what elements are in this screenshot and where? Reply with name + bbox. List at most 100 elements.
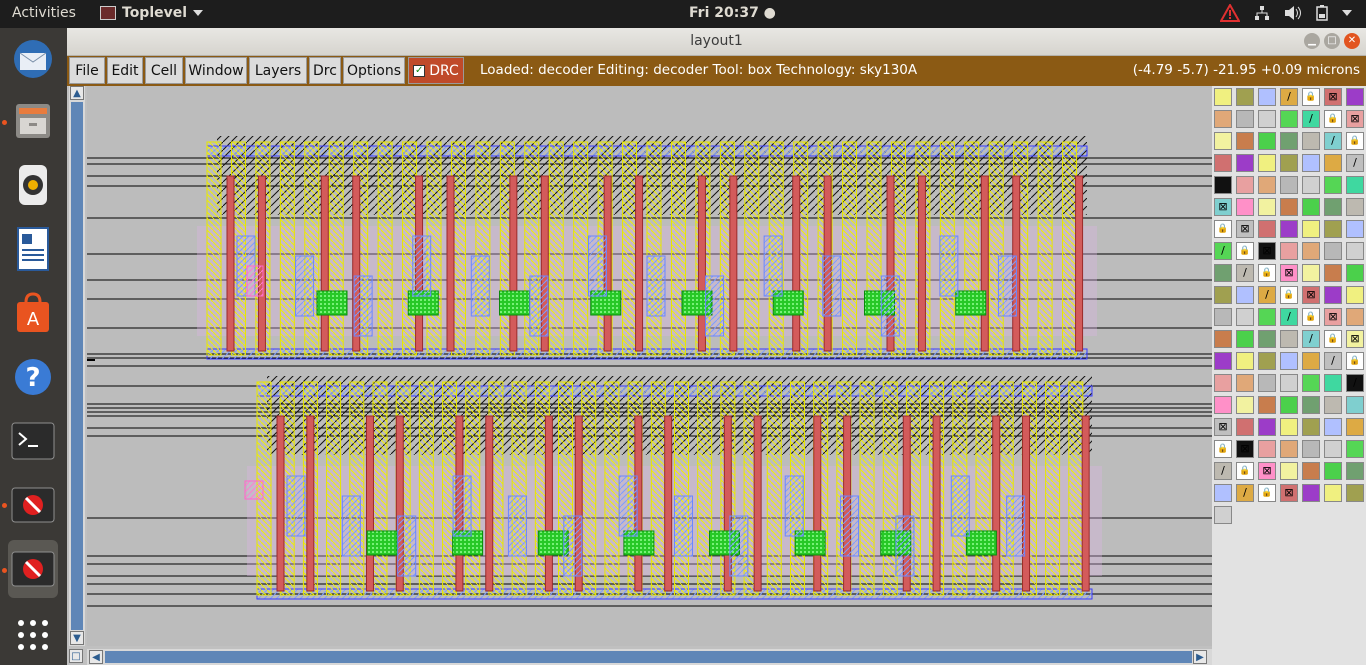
layer-swatch[interactable] <box>1280 176 1298 194</box>
horizontal-scrollbar[interactable]: ◀ ▶ <box>87 649 1212 665</box>
layer-swatch[interactable] <box>1236 396 1254 414</box>
layer-swatch[interactable]: 🔒 <box>1236 462 1254 480</box>
close-button[interactable]: ✕ <box>1344 33 1360 49</box>
show-applications-button[interactable] <box>8 610 58 660</box>
layer-swatch[interactable]: / <box>1302 110 1320 128</box>
layer-swatch[interactable] <box>1280 418 1298 436</box>
layer-swatch[interactable]: / <box>1346 154 1364 172</box>
help-launcher[interactable]: ? <box>8 352 58 402</box>
app-menu[interactable]: Toplevel <box>100 5 204 21</box>
layer-swatch[interactable] <box>1214 506 1232 524</box>
minimize-button[interactable]: ▁ <box>1304 33 1320 49</box>
scroll-left-arrow-icon[interactable]: ◀ <box>89 650 103 664</box>
layer-swatch[interactable]: 🔒 <box>1214 440 1232 458</box>
layer-swatch[interactable] <box>1258 440 1276 458</box>
menu-layers[interactable]: Layers <box>249 57 307 84</box>
menu-edit[interactable]: Edit <box>107 57 143 84</box>
layer-swatch[interactable] <box>1280 220 1298 238</box>
layer-swatch[interactable] <box>1214 110 1232 128</box>
layer-swatch[interactable]: ⊠ <box>1346 110 1364 128</box>
layer-swatch[interactable]: / <box>1214 242 1232 260</box>
layer-swatch[interactable]: / <box>1258 286 1276 304</box>
layer-swatch[interactable] <box>1324 198 1342 216</box>
writer-launcher[interactable] <box>8 224 58 274</box>
layer-swatch[interactable]: ⊠ <box>1258 242 1276 260</box>
thunderbird-launcher[interactable] <box>8 34 58 84</box>
layer-swatch[interactable] <box>1258 352 1276 370</box>
layer-swatch[interactable] <box>1324 396 1342 414</box>
zoom-box-button[interactable]: □ <box>69 649 83 663</box>
layer-swatch[interactable] <box>1236 88 1254 106</box>
layer-swatch[interactable]: / <box>1214 462 1232 480</box>
layer-swatch[interactable]: / <box>1280 88 1298 106</box>
layer-swatch[interactable] <box>1324 418 1342 436</box>
scroll-up-arrow-icon[interactable]: ▲ <box>70 86 84 100</box>
layer-swatch[interactable] <box>1324 220 1342 238</box>
layer-swatch[interactable] <box>1302 484 1320 502</box>
layer-swatch[interactable] <box>1324 242 1342 260</box>
layer-swatch[interactable] <box>1302 242 1320 260</box>
layer-swatch[interactable] <box>1280 154 1298 172</box>
layer-swatch[interactable]: / <box>1346 374 1364 392</box>
layer-swatch[interactable]: 🔒 <box>1280 286 1298 304</box>
window-titlebar[interactable]: layout1 ▁ □ ✕ <box>67 28 1366 56</box>
layer-swatch[interactable] <box>1346 308 1364 326</box>
layer-swatch[interactable] <box>1302 396 1320 414</box>
layer-swatch[interactable] <box>1214 308 1232 326</box>
layer-swatch[interactable]: ⊠ <box>1346 330 1364 348</box>
layer-swatch[interactable]: ⊠ <box>1236 220 1254 238</box>
layer-swatch[interactable] <box>1236 198 1254 216</box>
software-launcher[interactable]: A <box>8 288 58 338</box>
layer-swatch[interactable] <box>1280 374 1298 392</box>
layer-swatch[interactable] <box>1324 462 1342 480</box>
layer-swatch[interactable] <box>1324 176 1342 194</box>
warning-icon[interactable] <box>1220 4 1240 22</box>
layer-swatch[interactable] <box>1346 484 1364 502</box>
layer-swatch[interactable] <box>1302 374 1320 392</box>
layer-swatch[interactable] <box>1214 176 1232 194</box>
menu-drc[interactable]: Drc <box>309 57 341 84</box>
layer-swatch[interactable] <box>1258 374 1276 392</box>
layer-swatch[interactable] <box>1346 176 1364 194</box>
layer-swatch[interactable] <box>1280 440 1298 458</box>
layer-swatch[interactable]: / <box>1236 264 1254 282</box>
layer-swatch[interactable] <box>1302 462 1320 480</box>
layer-swatch[interactable]: ⊠ <box>1324 88 1342 106</box>
layer-swatch[interactable] <box>1324 484 1342 502</box>
files-launcher[interactable] <box>8 96 58 146</box>
layer-swatch[interactable] <box>1258 132 1276 150</box>
layer-swatch[interactable] <box>1214 286 1232 304</box>
network-icon[interactable] <box>1254 5 1270 21</box>
layer-swatch[interactable] <box>1236 308 1254 326</box>
maximize-button[interactable]: □ <box>1324 33 1340 49</box>
drc-toggle[interactable]: ✓ DRC <box>408 57 464 84</box>
menu-window[interactable]: Window <box>185 57 247 84</box>
layer-swatch[interactable] <box>1236 352 1254 370</box>
layer-swatch[interactable]: 🔒 <box>1258 484 1276 502</box>
layer-swatch[interactable]: ⊠ <box>1236 440 1254 458</box>
layer-swatch[interactable] <box>1280 462 1298 480</box>
layer-swatch[interactable] <box>1346 462 1364 480</box>
layer-swatch[interactable] <box>1214 264 1232 282</box>
horizontal-scroll-thumb[interactable] <box>105 651 1192 663</box>
rhythmbox-launcher[interactable] <box>8 160 58 210</box>
layer-swatch[interactable]: ⊠ <box>1280 264 1298 282</box>
layer-swatch[interactable] <box>1258 418 1276 436</box>
layer-swatch[interactable]: ⊠ <box>1280 484 1298 502</box>
menu-options[interactable]: Options <box>343 57 405 84</box>
layer-swatch[interactable]: / <box>1324 352 1342 370</box>
layer-swatch[interactable] <box>1214 132 1232 150</box>
menu-cell[interactable]: Cell <box>145 57 183 84</box>
layer-swatch[interactable] <box>1280 110 1298 128</box>
layer-swatch[interactable]: / <box>1302 330 1320 348</box>
layer-swatch[interactable] <box>1302 176 1320 194</box>
layer-swatch[interactable] <box>1346 242 1364 260</box>
layer-swatch[interactable] <box>1236 176 1254 194</box>
layer-swatch[interactable] <box>1302 132 1320 150</box>
scroll-down-arrow-icon[interactable]: ▼ <box>70 631 84 645</box>
layer-swatch[interactable] <box>1346 440 1364 458</box>
magic-window-launcher[interactable] <box>8 480 58 530</box>
magic-window-launcher-active[interactable] <box>8 540 58 598</box>
layer-swatch[interactable] <box>1258 88 1276 106</box>
layer-swatch[interactable] <box>1324 154 1342 172</box>
